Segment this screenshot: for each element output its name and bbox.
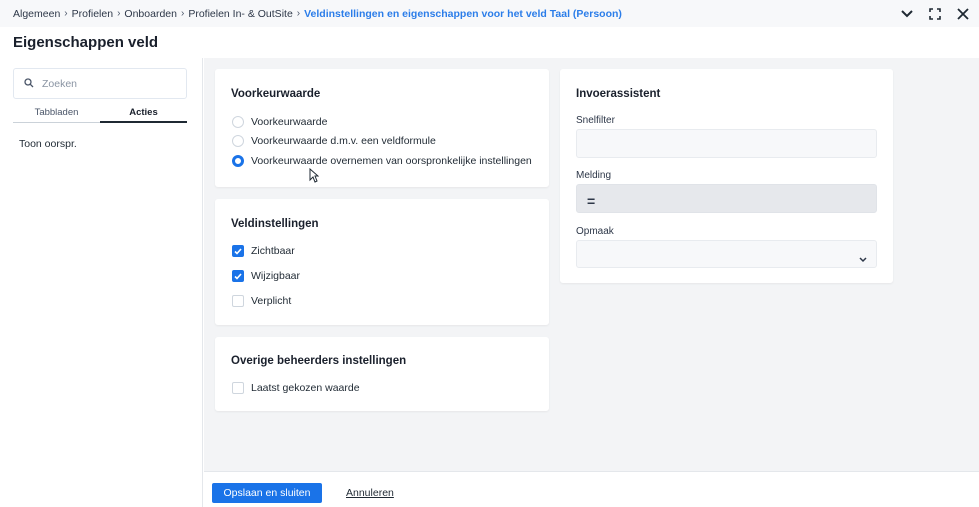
page-title: Eigenschappen veld xyxy=(13,34,159,51)
breadcrumb-item-profielen[interactable]: Profielen xyxy=(72,8,113,20)
label-melding: Melding xyxy=(576,170,612,181)
radio-label: Voorkeurwaarde overnemen van oorspronkel… xyxy=(251,155,532,167)
checkbox-wijzigbaar[interactable]: Wijzigbaar xyxy=(232,270,300,282)
expand-icon[interactable] xyxy=(927,6,943,22)
radio-button[interactable] xyxy=(232,135,244,147)
checkbox-verplicht[interactable]: Verplicht xyxy=(232,295,291,307)
footer: Opslaan en sluiten Annuleren xyxy=(204,471,979,507)
breadcrumb-separator: › xyxy=(296,8,301,19)
breadcrumb: Algemeen › Profielen › Onboarden › Profi… xyxy=(13,0,622,27)
card-title-veldinstellingen: Veldinstellingen xyxy=(231,218,319,230)
breadcrumb-separator: › xyxy=(117,8,121,19)
tab-acties[interactable]: Acties xyxy=(100,105,187,123)
melding-value: = xyxy=(587,193,596,209)
search-icon xyxy=(24,75,34,93)
search-input[interactable] xyxy=(42,77,172,90)
radio-label: Voorkeurwaarde d.m.v. een veldformule xyxy=(251,135,436,147)
save-and-close-button[interactable]: Opslaan en sluiten xyxy=(212,483,322,503)
cancel-button[interactable]: Annuleren xyxy=(346,487,394,499)
checkbox-label: Verplicht xyxy=(251,295,292,307)
top-bar: Algemeen › Profielen › Onboarden › Profi… xyxy=(0,0,979,27)
window-controls xyxy=(899,0,971,27)
radio-veldformule[interactable]: Voorkeurwaarde d.m.v. een veldformule xyxy=(232,135,436,147)
checkbox-label: Zichtbaar xyxy=(251,245,295,257)
checkbox-unchecked[interactable] xyxy=(232,382,244,394)
check-icon xyxy=(234,272,242,280)
checkbox-unchecked[interactable] xyxy=(232,295,244,307)
checkbox-checked[interactable] xyxy=(232,270,244,282)
tab-tabbladen[interactable]: Tabbladen xyxy=(13,105,100,123)
search-box xyxy=(13,68,187,99)
card-title-voorkeurwaarde: Voorkeurwaarde xyxy=(231,88,321,100)
melding-field[interactable]: = xyxy=(576,184,877,213)
card-invoerassistent: Invoerassistent Snelfilter Melding = Opm… xyxy=(560,69,893,283)
chevron-down-icon[interactable] xyxy=(859,250,867,268)
checkbox-checked[interactable] xyxy=(232,245,244,257)
breadcrumb-item-algemeen[interactable]: Algemeen xyxy=(13,8,60,20)
checkbox-label: Wijzigbaar xyxy=(251,270,301,282)
radio-voorkeurwaarde[interactable]: Voorkeurwaarde xyxy=(232,116,327,128)
title-bar: Eigenschappen veld xyxy=(0,27,979,58)
breadcrumb-current: Veldinstellingen en eigenschappen voor h… xyxy=(304,7,622,20)
label-opmaak: Opmaak xyxy=(576,226,614,237)
breadcrumb-item-onboarden[interactable]: Onboarden xyxy=(124,8,177,20)
radio-button[interactable] xyxy=(232,116,244,128)
radio-label: Voorkeurwaarde xyxy=(251,116,328,128)
radio-button-selected[interactable] xyxy=(232,155,244,167)
breadcrumb-separator: › xyxy=(180,8,185,19)
snelfilter-field xyxy=(576,129,877,158)
chevron-down-icon[interactable] xyxy=(899,6,915,22)
checkbox-label: Laatst gekozen waarde xyxy=(251,382,360,394)
mouse-cursor-icon xyxy=(309,167,320,188)
radio-oorspronkelijke[interactable]: Voorkeurwaarde overnemen van oorspronkel… xyxy=(232,155,532,167)
card-overige-beheerders: Overige beheerders instellingen Laatst g… xyxy=(215,337,549,411)
card-voorkeurwaarde: Voorkeurwaarde Voorkeurwaarde Voorkeurwa… xyxy=(215,69,549,187)
breadcrumb-item-profielen-in-outsite[interactable]: Profielen In- & OutSite xyxy=(188,8,292,20)
card-title-overige: Overige beheerders instellingen xyxy=(231,355,407,367)
snelfilter-input[interactable] xyxy=(577,130,876,157)
label-snelfilter: Snelfilter xyxy=(576,115,615,126)
checkbox-zichtbaar[interactable]: Zichtbaar xyxy=(232,245,295,257)
card-veldinstellingen: Veldinstellingen Zichtbaar Wijzigbaar Ve… xyxy=(215,199,549,325)
breadcrumb-separator: › xyxy=(64,8,68,19)
opmaak-select[interactable] xyxy=(576,240,877,268)
action-toon-oorspr[interactable]: Toon oorspr. xyxy=(19,138,77,150)
check-icon xyxy=(234,247,242,255)
sidebar-tabs: Tabbladen Acties xyxy=(13,105,187,123)
main-content: Voorkeurwaarde Voorkeurwaarde Voorkeurwa… xyxy=(204,58,979,471)
checkbox-laatst-gekozen[interactable]: Laatst gekozen waarde xyxy=(232,382,360,394)
close-icon[interactable] xyxy=(955,6,971,22)
sidebar: Tabbladen Acties Toon oorspr. xyxy=(0,58,203,507)
card-title-invoerassistent: Invoerassistent xyxy=(576,88,661,100)
